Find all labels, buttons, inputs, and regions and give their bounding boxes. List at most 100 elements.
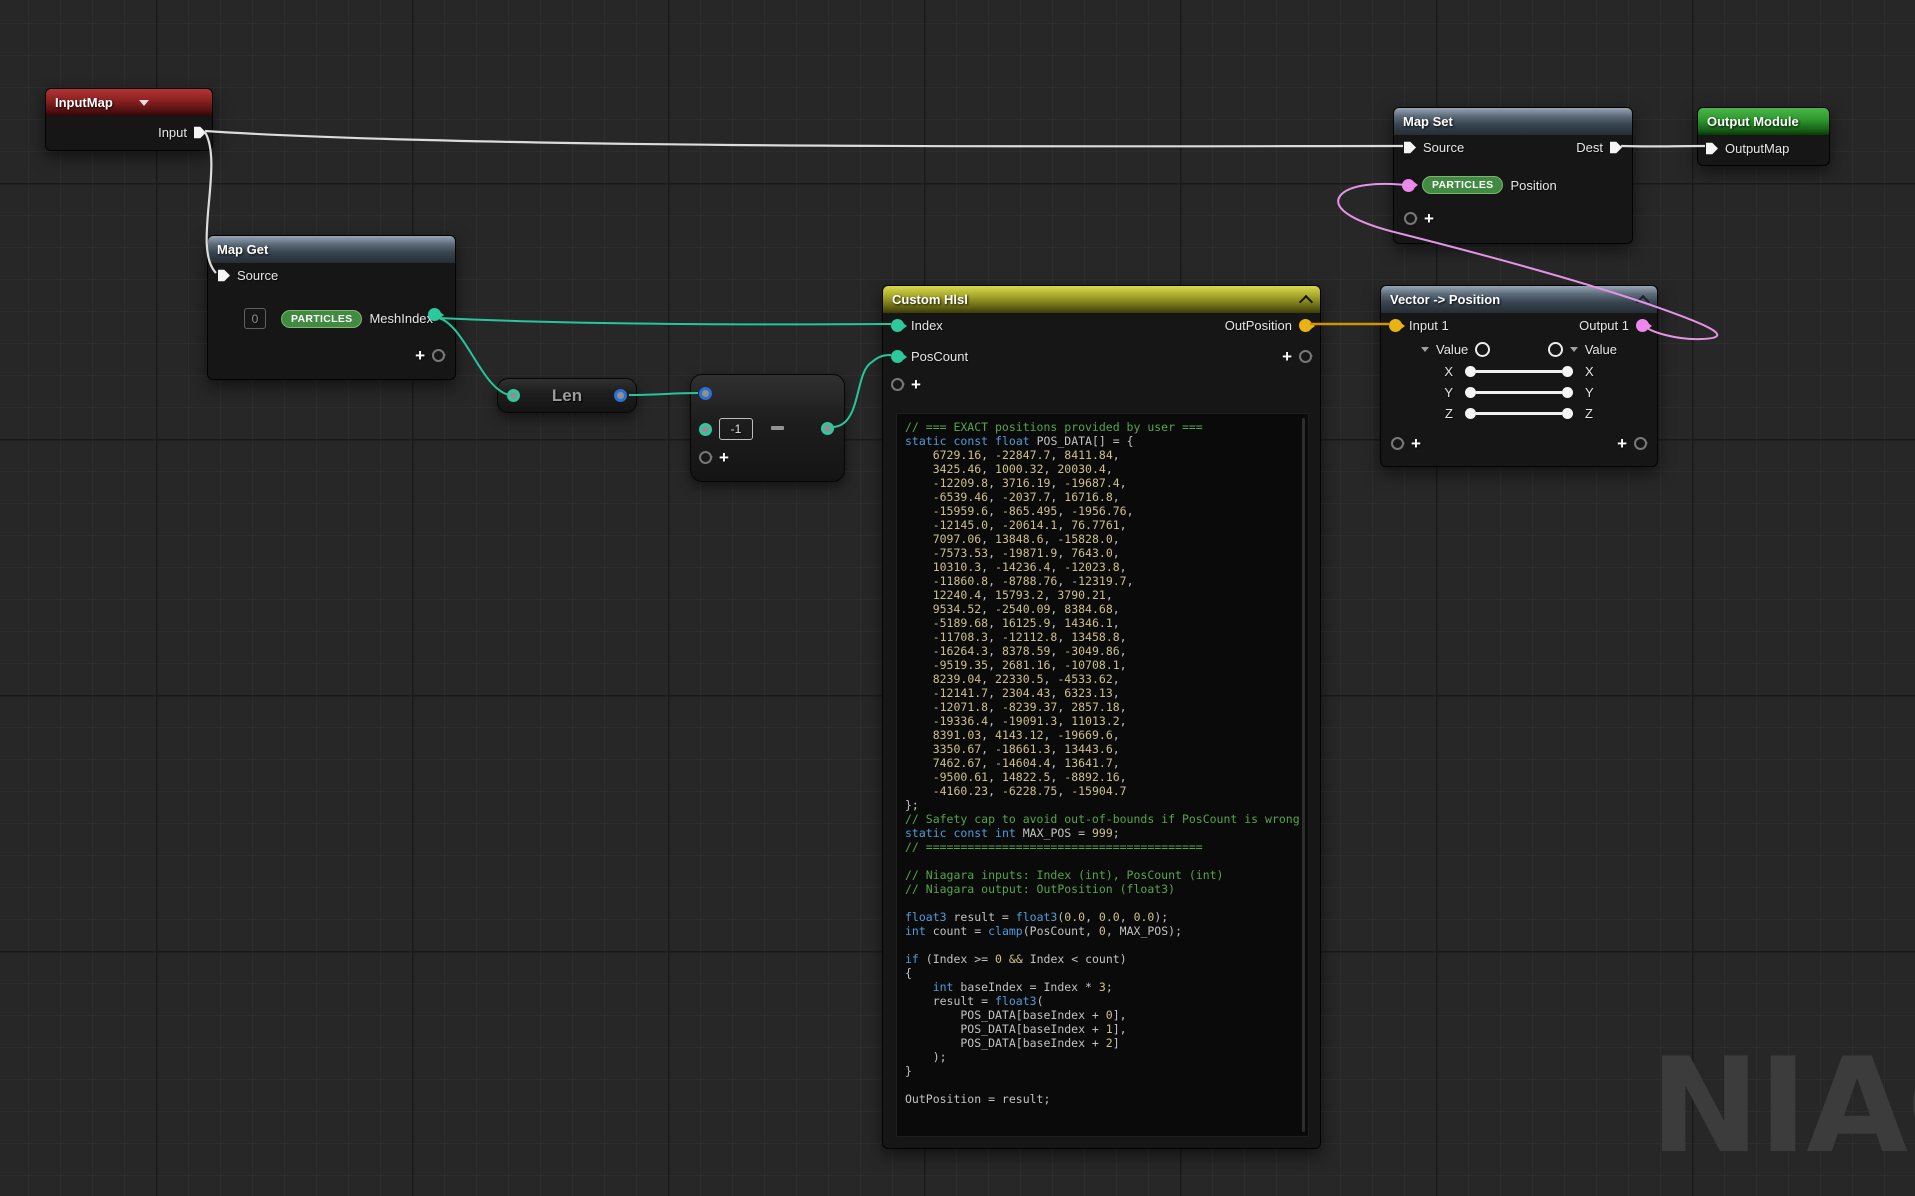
pin-row-outputmap: OutputMap	[1706, 141, 1789, 156]
component-label: Z	[1437, 406, 1453, 421]
ghost-pin-icon[interactable]	[891, 378, 904, 391]
subtract-value-box[interactable]: -1	[719, 418, 753, 440]
component-label: X	[1585, 364, 1601, 379]
value-group-right: Value	[1548, 342, 1617, 357]
node-output-module-header[interactable]: Output Module	[1698, 108, 1829, 135]
pin-label: Input	[158, 125, 187, 140]
node-len-title: Len	[552, 386, 582, 406]
position-output-pin-icon[interactable]	[1636, 319, 1649, 332]
pin-label: PosCount	[911, 349, 968, 364]
hlsl-code-editor[interactable]: // === EXACT positions provided by user …	[896, 413, 1309, 1137]
ghost-pin-icon[interactable]	[1634, 437, 1647, 450]
ghost-pin-icon[interactable]	[1404, 212, 1417, 225]
node-subtract[interactable]: -1 +	[690, 374, 845, 482]
pin-row-output1: Output 1	[1579, 318, 1649, 333]
pin-row-input: Input	[158, 125, 206, 140]
ghost-pin-icon[interactable]	[699, 451, 712, 464]
pin-row-meshindex: 0 PARTICLES MeshIndex	[244, 308, 433, 329]
subtract-input-a-pin-icon[interactable]	[699, 387, 712, 400]
niagara-graph-canvas[interactable]: NIAGARA InputMap Input Map Get Source 0 …	[0, 0, 1915, 1196]
wire-len-to-subtract[interactable]	[629, 393, 698, 395]
exec-input-pin-icon[interactable]	[218, 269, 230, 282]
node-map-get-header[interactable]: Map Get	[208, 236, 455, 263]
node-output-module-title: Output Module	[1707, 114, 1799, 129]
vector-output-pin-icon[interactable]	[1299, 319, 1312, 332]
subtract-operator-icon	[771, 426, 784, 430]
value-pin-icon[interactable]	[1475, 342, 1490, 357]
int-input-pin-icon[interactable]	[891, 350, 904, 363]
pin-label: Source	[237, 268, 278, 283]
node-input-map-title: InputMap	[55, 95, 113, 110]
node-custom-hlsl[interactable]: Custom Hlsl Index PosCount + OutPosition…	[882, 285, 1321, 1149]
add-pin-button[interactable]: +	[1424, 212, 1434, 225]
dropdown-icon[interactable]	[139, 100, 149, 106]
chevron-down-icon[interactable]	[1570, 347, 1578, 352]
component-label: Y	[1585, 385, 1601, 400]
collapse-icon[interactable]	[1299, 294, 1313, 308]
node-input-map-header[interactable]: InputMap	[46, 89, 212, 116]
node-map-get-title: Map Get	[217, 242, 268, 257]
ghost-pin-icon[interactable]	[1299, 350, 1312, 363]
pin-row-input1: Input 1	[1389, 318, 1449, 333]
node-map-get[interactable]: Map Get Source 0 PARTICLES MeshIndex +	[207, 235, 456, 380]
add-pin-button[interactable]: +	[1282, 350, 1292, 363]
value-pin-icon[interactable]	[1548, 342, 1563, 357]
add-pin-button[interactable]: +	[1617, 437, 1627, 450]
exec-output-pin-icon[interactable]	[1610, 141, 1622, 154]
group-label: Value	[1436, 342, 1468, 357]
component-dot-icon[interactable]	[1465, 408, 1476, 419]
component-dot-icon[interactable]	[1562, 408, 1573, 419]
node-vector-to-position-header[interactable]: Vector -> Position	[1381, 286, 1657, 313]
exec-input-pin-icon[interactable]	[1404, 141, 1416, 154]
component-label: Z	[1585, 406, 1601, 421]
add-pin-button[interactable]: +	[1411, 437, 1421, 450]
node-custom-hlsl-title: Custom Hlsl	[892, 292, 968, 307]
vector-input-pin-icon[interactable]	[1389, 319, 1402, 332]
component-dot-icon[interactable]	[1465, 366, 1476, 377]
component-dot-icon[interactable]	[1562, 366, 1573, 377]
component-row-z: Z Z	[1437, 406, 1601, 421]
add-pin-row: +	[1282, 350, 1312, 363]
pin-row-outposition: OutPosition	[1225, 318, 1312, 333]
pin-label: Dest	[1576, 140, 1603, 155]
component-link-wire	[1476, 370, 1562, 373]
exec-input-pin-icon[interactable]	[1706, 142, 1718, 155]
node-vector-to-position[interactable]: Vector -> Position Input 1 Output 1 Valu…	[1380, 285, 1658, 467]
pin-label: Input 1	[1409, 318, 1449, 333]
component-link-wire	[1476, 412, 1562, 415]
node-map-set-header[interactable]: Map Set	[1394, 108, 1632, 135]
add-pin-button[interactable]: +	[911, 378, 921, 391]
component-dot-icon[interactable]	[1465, 387, 1476, 398]
default-value-box[interactable]: 0	[244, 308, 266, 329]
add-pin-button[interactable]: +	[719, 451, 729, 464]
subtract-output-pin-icon[interactable]	[821, 422, 834, 435]
len-output-pin-icon[interactable]	[614, 389, 627, 402]
pin-row-poscount: PosCount	[891, 349, 968, 364]
add-pin-row: +	[1391, 437, 1421, 450]
hlsl-code[interactable]: // === EXACT positions provided by user …	[897, 414, 1308, 1106]
pin-label: OutPosition	[1225, 318, 1292, 333]
namespace-badge: PARTICLES	[281, 310, 362, 328]
add-pin-button[interactable]: +	[415, 349, 425, 362]
node-len[interactable]: Len	[497, 378, 637, 413]
wire-inputmap-to-mapset[interactable]	[205, 131, 1403, 146]
subtract-input-b-pin-icon[interactable]	[699, 423, 712, 436]
int-input-pin-icon[interactable]	[891, 319, 904, 332]
node-output-module[interactable]: Output Module OutputMap	[1697, 107, 1830, 166]
group-label: Value	[1585, 342, 1617, 357]
node-map-set[interactable]: Map Set Source Dest PARTICLES Position +	[1393, 107, 1633, 244]
node-custom-hlsl-header[interactable]: Custom Hlsl	[883, 286, 1320, 313]
component-dot-icon[interactable]	[1562, 387, 1573, 398]
node-map-set-title: Map Set	[1403, 114, 1453, 129]
pin-row-source: Source	[1404, 140, 1464, 155]
ghost-pin-icon[interactable]	[432, 349, 445, 362]
ghost-pin-icon[interactable]	[1391, 437, 1404, 450]
len-input-pin-icon[interactable]	[507, 389, 520, 402]
component-row-y: Y Y	[1437, 385, 1601, 400]
add-pin-row: +	[1404, 212, 1434, 225]
wire-meshindex-to-index[interactable]	[439, 318, 891, 324]
niagara-watermark: NIAGARA	[1650, 1040, 1915, 1171]
chevron-down-icon[interactable]	[1421, 347, 1429, 352]
pin-row-source: Source	[218, 268, 278, 283]
node-input-map[interactable]: InputMap Input	[45, 88, 213, 151]
